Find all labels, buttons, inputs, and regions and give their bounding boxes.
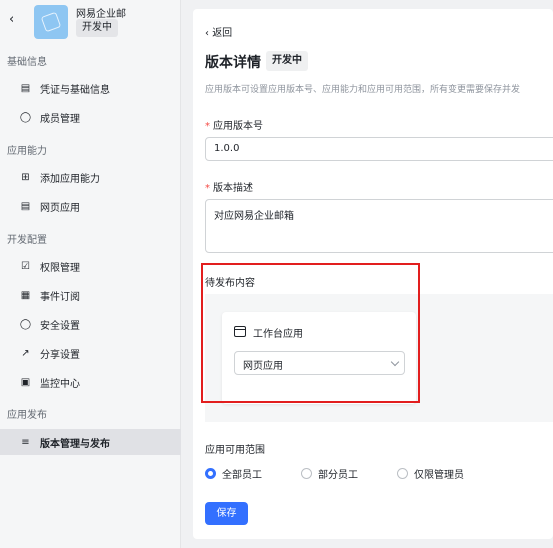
sidebar-item-label: 添加应用能力: [40, 173, 100, 185]
sidebar-item-members[interactable]: ◯ 成员管理: [0, 104, 181, 130]
page-title: 版本详情: [205, 55, 261, 71]
section-title-release: 应用发布: [7, 410, 47, 421]
select-value: 网页应用: [243, 361, 283, 372]
credential-icon: ▤: [20, 82, 31, 94]
section-title-basic: 基础信息: [7, 57, 47, 68]
sidebar-item-label: 分享设置: [40, 349, 80, 361]
radio-label: 仅限管理员: [414, 470, 464, 481]
sidebar-item-label: 权限管理: [40, 262, 80, 274]
app-status-badge: 开发中: [76, 19, 118, 37]
sidebar-item-label: 事件订阅: [40, 291, 80, 303]
page-description: 应用版本可设置应用版本号、应用能力和应用可用范围，所有变更需要保存并发: [205, 85, 521, 95]
sidebar-item-permissions[interactable]: ☑ 权限管理: [0, 253, 181, 279]
radio-dot: [205, 468, 216, 479]
layers-icon: ≡: [21, 436, 30, 448]
monitor-icon: ▣: [20, 376, 31, 388]
section-title-dev-config: 开发配置: [7, 235, 47, 246]
card-title: 工作台应用: [253, 329, 303, 340]
sidebar-item-label: 安全设置: [40, 320, 80, 332]
status-badge: 开发中: [266, 51, 308, 71]
share-icon: ↗: [21, 347, 30, 359]
sidebar-item-credentials[interactable]: ▤ 凭证与基础信息: [0, 75, 181, 101]
sidebar-item-webpage[interactable]: ▤ 网页应用: [0, 193, 181, 219]
description-textarea[interactable]: 对应网易企业邮箱: [205, 199, 553, 253]
member-icon: ◯: [19, 111, 32, 123]
back-arrow-icon[interactable]: ‹: [9, 12, 14, 27]
app-logo: [34, 5, 68, 39]
app-header: ‹ 网易企业邮 开发中: [0, 0, 181, 46]
workbench-app-card: 工作台应用 网页应用: [222, 312, 416, 404]
section-title-capability: 应用能力: [7, 146, 47, 157]
app-type-select[interactable]: 网页应用: [234, 351, 405, 375]
required-mark: *: [205, 183, 210, 194]
webpage-icon: ▤: [20, 200, 31, 212]
chevron-down-icon: [390, 357, 400, 367]
shield-icon: ◯: [19, 318, 32, 330]
sidebar-item-label: 版本管理与发布: [40, 438, 110, 450]
back-link[interactable]: ‹ 返回: [205, 24, 232, 39]
scope-radio-partial[interactable]: 部分员工: [301, 466, 358, 481]
sidebar-item-events[interactable]: ▦ 事件订阅: [0, 282, 181, 308]
sidebar-item-add-capability[interactable]: ⊞ 添加应用能力: [0, 164, 181, 190]
main-panel: ‹ 返回 版本详情 开发中 应用版本可设置应用版本号、应用能力和应用可用范围，所…: [193, 9, 553, 539]
sidebar-item-monitor[interactable]: ▣ 监控中心: [0, 369, 181, 395]
radio-dot: [397, 468, 408, 479]
grid-add-icon: ⊞: [21, 171, 30, 183]
version-field-label: * 应用版本号: [205, 117, 263, 132]
required-mark: *: [205, 121, 210, 132]
permission-icon: ☑: [21, 260, 30, 272]
app-name: 网易企业邮: [76, 9, 126, 20]
version-label-text: 应用版本号: [213, 121, 263, 132]
scope-radio-admin[interactable]: 仅限管理员: [397, 466, 464, 481]
sidebar-item-label: 成员管理: [40, 113, 80, 125]
sidebar: ‹ 网易企业邮 开发中 基础信息 ▤ 凭证与基础信息 ◯ 成员管理 应用能力 ⊞…: [0, 0, 181, 548]
sidebar-item-share[interactable]: ↗ 分享设置: [0, 340, 181, 366]
sidebar-item-version-release[interactable]: ≡ 版本管理与发布: [0, 429, 181, 455]
scope-radio-all[interactable]: 全部员工: [205, 466, 262, 481]
save-button[interactable]: 保存: [205, 502, 248, 525]
radio-dot: [301, 468, 312, 479]
sidebar-item-label: 凭证与基础信息: [40, 84, 110, 96]
sidebar-item-label: 网页应用: [40, 202, 80, 214]
chevron-left-icon: ‹: [205, 28, 209, 39]
radio-label: 全部员工: [222, 470, 262, 481]
pending-content-title: 待发布内容: [205, 278, 255, 289]
desc-field-label: * 版本描述: [205, 179, 253, 194]
event-icon: ▦: [20, 289, 31, 301]
version-input[interactable]: 1.0.0: [205, 137, 553, 161]
sidebar-item-label: 监控中心: [40, 378, 80, 390]
scope-title: 应用可用范围: [205, 445, 265, 456]
radio-label: 部分员工: [318, 470, 358, 481]
back-label: 返回: [212, 28, 233, 39]
sidebar-item-security[interactable]: ◯ 安全设置: [0, 311, 181, 337]
desc-label-text: 版本描述: [213, 183, 253, 194]
window-icon: [234, 326, 246, 337]
